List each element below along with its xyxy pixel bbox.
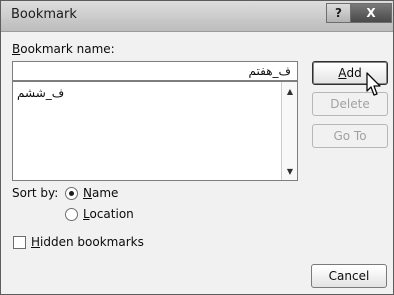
sort-by-name-key: N (83, 186, 92, 200)
mouse-pointer-icon (366, 72, 381, 96)
help-icon: ? (335, 6, 342, 20)
sort-by-name-label[interactable]: Name (83, 186, 118, 200)
bookmark-name-label: Bookmark name: (12, 42, 115, 56)
sort-by-location-label[interactable]: Location (83, 207, 134, 221)
list-item[interactable]: ف_ششم (17, 86, 64, 100)
sort-by-location-radio[interactable] (65, 208, 78, 221)
add-button-rest: dd (346, 66, 362, 80)
bookmark-list[interactable]: ف_ششم ▲ ▼ (12, 81, 298, 181)
sort-by-name-radio[interactable] (65, 187, 78, 200)
add-button-key: A (338, 66, 347, 80)
hidden-bookmarks-rest: idden bookmarks (40, 235, 144, 249)
scroll-up-arrow-icon[interactable]: ▲ (282, 84, 298, 98)
sort-by-label: Sort by: (12, 186, 59, 200)
title-bar[interactable]: Bookmark ? X (1, 1, 393, 32)
hidden-bookmarks-checkbox[interactable] (13, 236, 26, 249)
scroll-down-arrow-icon[interactable]: ▼ (282, 164, 298, 178)
sort-by-location-rest: ocation (89, 207, 134, 221)
help-button[interactable]: ? (326, 3, 351, 23)
list-scrollbar[interactable]: ▲ ▼ (281, 82, 297, 180)
cancel-button[interactable]: Cancel (311, 264, 387, 288)
bookmark-name-label-rest: ookmark name: (20, 42, 115, 56)
bookmark-name-input[interactable]: ف_هفتم (12, 61, 298, 81)
hidden-bookmarks-key: H (31, 235, 41, 249)
dialog-title: Bookmark (11, 7, 77, 22)
go-to-button[interactable]: Go To (312, 124, 388, 148)
close-icon: X (366, 6, 376, 20)
bookmark-name-label-key: B (12, 42, 21, 56)
hidden-bookmarks-label[interactable]: Hidden bookmarks (31, 235, 144, 249)
close-button[interactable]: X (350, 3, 392, 23)
bookmark-dialog: Bookmark ? X Bookmark name: ف_هفتم ف_ششم… (0, 0, 394, 295)
sort-by-name-rest: ame (91, 186, 119, 200)
